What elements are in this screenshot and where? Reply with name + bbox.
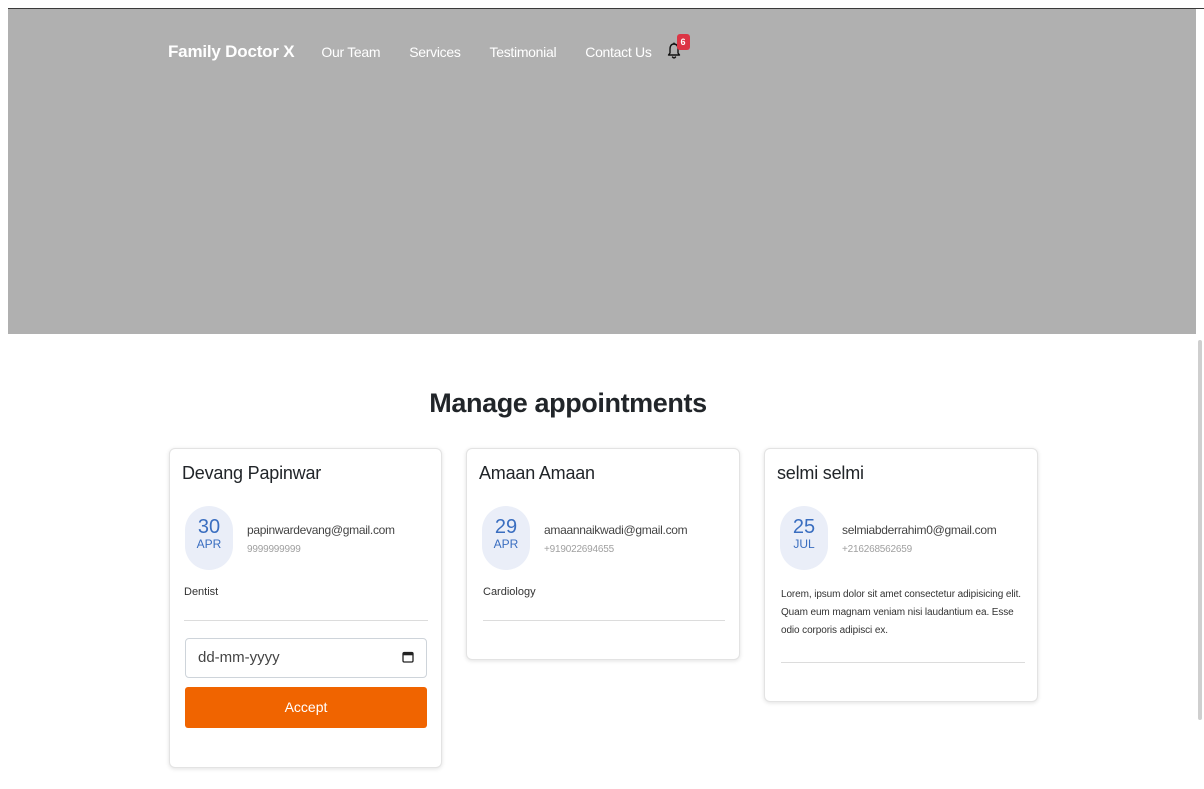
- date-input-placeholder: dd-mm-yyyy: [198, 649, 280, 666]
- card-divider: [781, 662, 1025, 663]
- patient-email: selmiabderrahim0@gmail.com: [842, 523, 997, 537]
- appointment-card: Devang Papinwar 30 APR papinwardevang@gm…: [169, 448, 442, 768]
- date-month: APR: [493, 537, 519, 551]
- appointment-card: selmi selmi 25 JUL selmiabderrahim0@gmai…: [764, 448, 1038, 702]
- date-day: 30: [197, 516, 221, 538]
- reschedule-date-input[interactable]: dd-mm-yyyy: [185, 638, 427, 678]
- card-divider: [184, 620, 428, 621]
- accept-button[interactable]: Accept: [185, 687, 427, 728]
- calendar-icon[interactable]: [402, 651, 414, 663]
- patient-phone: +216268562659: [842, 544, 912, 555]
- patient-email: amaannaikwadi@gmail.com: [544, 523, 688, 537]
- appointment-card: Amaan Amaan 29 APR amaannaikwadi@gmail.c…: [466, 448, 740, 660]
- page-title: Manage appointments: [429, 388, 707, 418]
- appointment-specialty: Cardiology: [483, 586, 536, 598]
- patient-name: Devang Papinwar: [182, 463, 322, 483]
- navbar: Family Doctor X Our Team Services Testim…: [168, 32, 690, 72]
- date-day: 29: [494, 516, 518, 538]
- appointment-specialty: Dentist: [184, 586, 219, 598]
- brand-logo[interactable]: Family Doctor X: [168, 42, 295, 62]
- card-divider: [483, 620, 725, 621]
- appointment-date-badge: 29 APR: [482, 506, 530, 570]
- patient-name: Amaan Amaan: [479, 463, 595, 483]
- date-day: 25: [792, 516, 816, 538]
- date-month: JUL: [793, 537, 815, 551]
- patient-phone: +919022694655: [544, 544, 614, 555]
- appointment-description: Lorem, ipsum dolor sit amet consectetur …: [781, 589, 1021, 636]
- nav-link-testimonial[interactable]: Testimonial: [490, 44, 557, 60]
- nav-link-services[interactable]: Services: [409, 44, 461, 60]
- nav-link-our-team[interactable]: Our Team: [321, 44, 380, 60]
- appointment-date-badge: 30 APR: [185, 506, 233, 570]
- appointment-date-badge: 25 JUL: [780, 506, 828, 570]
- nav-link-contact-us[interactable]: Contact Us: [585, 44, 652, 60]
- scrollbar-thumb[interactable]: [1198, 340, 1202, 720]
- patient-name: selmi selmi: [777, 463, 864, 483]
- notification-bell[interactable]: 6: [666, 34, 690, 60]
- patient-email: papinwardevang@gmail.com: [247, 523, 395, 537]
- date-month: APR: [196, 537, 222, 551]
- patient-phone: 9999999999: [247, 544, 301, 555]
- notification-badge: 6: [676, 34, 690, 50]
